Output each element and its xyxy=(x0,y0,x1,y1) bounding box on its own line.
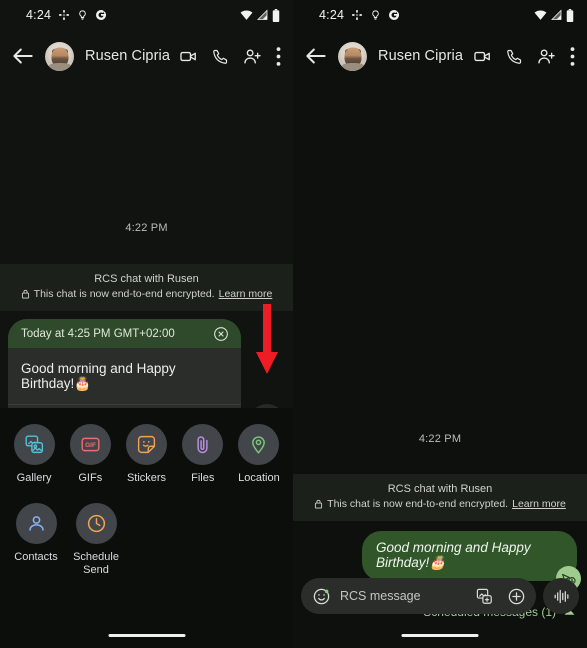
message-input-bar: RCS message xyxy=(293,578,587,614)
more-options-icon[interactable] xyxy=(276,46,281,66)
attachment-files[interactable]: Files xyxy=(177,424,229,485)
conversation-toolbar: Rusen Ciprian xyxy=(293,30,587,82)
google-g-icon xyxy=(388,9,400,21)
lightbulb-icon xyxy=(77,9,88,21)
attachment-gifs[interactable]: GIF GIFs xyxy=(64,424,116,485)
page-title: Rusen Ciprian xyxy=(378,48,464,64)
screenshot-root: 4:24 Rusen Ciprian 4:22 PM RCS chat with… xyxy=(0,0,587,648)
left-phone-screen: 4:24 Rusen Ciprian 4:22 PM RCS chat with… xyxy=(0,0,293,648)
encryption-notice: RCS chat with Rusen This chat is now end… xyxy=(293,474,587,521)
lock-icon xyxy=(21,289,30,299)
contact-person-icon xyxy=(15,503,57,544)
page-title: Rusen Ciprian xyxy=(85,48,170,64)
close-circle-icon[interactable] xyxy=(213,326,229,342)
conversation-toolbar: Rusen Ciprian xyxy=(0,30,293,82)
wifi-icon xyxy=(240,9,253,21)
navigation-pill[interactable] xyxy=(401,633,479,637)
voice-message-button[interactable] xyxy=(543,578,579,614)
attachment-label: Schedule Send xyxy=(73,551,119,576)
attachment-label: Stickers xyxy=(126,472,167,484)
status-bar-right xyxy=(534,8,574,22)
svg-text:GIF: GIF xyxy=(85,442,96,449)
chat-timestamp: 4:22 PM xyxy=(125,222,168,234)
status-bar-left: 4:24 xyxy=(26,8,107,22)
pinwheel-icon xyxy=(58,9,70,21)
wifi-icon xyxy=(534,9,547,21)
status-bar: 4:24 xyxy=(293,0,587,30)
gallery-icon[interactable] xyxy=(475,587,494,606)
compose-message-text[interactable]: Good morning and Happy Birthday!🎂 xyxy=(8,348,241,405)
sent-message-bubble[interactable]: Good morning and Happy Birthday!🎂 xyxy=(362,531,577,581)
scheduled-header: Today at 4:25 PM GMT+02:00 xyxy=(8,319,241,348)
attachment-label: Gallery xyxy=(16,472,52,484)
learn-more-link[interactable]: Learn more xyxy=(512,498,566,510)
encryption-text: This chat is now end-to-end encrypted. xyxy=(33,288,215,300)
right-phone-screen: 4:24 Rusen Ciprian 4:22 PM RCS chat with… xyxy=(293,0,587,648)
back-arrow-icon[interactable] xyxy=(303,43,329,69)
pinwheel-icon xyxy=(351,9,363,21)
status-bar-left: 4:24 xyxy=(319,8,400,22)
signal-icon xyxy=(551,9,562,21)
attachment-label: GIFs xyxy=(78,472,103,484)
learn-more-link[interactable]: Learn more xyxy=(219,288,273,300)
clock-icon xyxy=(75,503,117,544)
chat-timestamp: 4:22 PM xyxy=(418,433,462,445)
encryption-subtitle: This chat is now end-to-end encrypted. L… xyxy=(303,498,577,510)
attachment-location[interactable]: Location xyxy=(233,424,285,485)
phone-call-icon[interactable] xyxy=(212,48,229,65)
sticker-icon xyxy=(126,424,167,465)
attachment-label: Location xyxy=(238,472,280,484)
signal-icon xyxy=(257,9,268,21)
encryption-subtitle: This chat is now end-to-end encrypted. L… xyxy=(10,288,283,300)
navigation-pill[interactable] xyxy=(108,633,185,637)
attachment-contacts[interactable]: Contacts xyxy=(8,503,64,577)
gallery-icon xyxy=(13,424,55,465)
toolbar-actions xyxy=(179,46,281,66)
red-down-arrow xyxy=(252,302,282,385)
add-person-icon[interactable] xyxy=(537,47,556,66)
status-bar-clock: 4:24 xyxy=(319,8,345,22)
encryption-title: RCS chat with Rusen xyxy=(94,273,199,285)
chat-area: 4:22 PM RCS chat with Rusen This chat is… xyxy=(293,82,587,619)
lock-icon xyxy=(314,499,323,509)
avatar[interactable] xyxy=(45,41,74,71)
more-options-icon[interactable] xyxy=(570,46,575,66)
add-person-icon[interactable] xyxy=(243,47,262,66)
message-placeholder: RCS message xyxy=(340,589,421,603)
avatar[interactable] xyxy=(338,41,367,71)
status-bar: 4:24 xyxy=(0,0,293,30)
plus-icon[interactable] xyxy=(507,587,526,606)
attachment-label: Contacts xyxy=(14,551,58,563)
attachment-row-1: Gallery GIF GIFs Stickers Files Location xyxy=(0,424,293,485)
paperclip-icon xyxy=(182,424,224,465)
status-bar-clock: 4:24 xyxy=(26,8,52,22)
attachment-stickers[interactable]: Stickers xyxy=(120,424,172,485)
video-call-icon[interactable] xyxy=(473,47,492,66)
battery-icon xyxy=(566,8,574,22)
lightbulb-icon xyxy=(370,9,381,21)
toolbar-actions xyxy=(473,46,575,66)
chat-area: 4:22 PM RCS chat with Rusen This chat is… xyxy=(0,82,293,442)
emoji-icon[interactable] xyxy=(312,587,331,606)
attachment-row-2: Contacts Schedule Send xyxy=(0,503,293,577)
sent-message-row: Good morning and Happy Birthday!🎂 xyxy=(293,521,587,591)
attachment-schedule-send[interactable]: Schedule Send xyxy=(68,503,124,577)
video-call-icon[interactable] xyxy=(179,47,198,66)
scheduled-time-label: Today at 4:25 PM GMT+02:00 xyxy=(21,327,175,340)
phone-call-icon[interactable] xyxy=(506,48,523,65)
back-arrow-icon[interactable] xyxy=(10,43,36,69)
encryption-title: RCS chat with Rusen xyxy=(387,483,493,495)
rcs-message-input[interactable]: RCS message xyxy=(301,578,536,614)
encryption-notice: RCS chat with Rusen This chat is now end… xyxy=(0,264,293,311)
status-bar-right xyxy=(240,8,280,22)
location-pin-icon xyxy=(238,424,280,465)
battery-icon xyxy=(272,8,280,22)
attachment-panel: Gallery GIF GIFs Stickers Files Location… xyxy=(0,408,293,648)
attachment-gallery[interactable]: Gallery xyxy=(8,424,60,485)
gif-icon: GIF xyxy=(69,424,111,465)
encryption-text: This chat is now end-to-end encrypted. xyxy=(327,498,509,510)
attachment-label: Files xyxy=(191,472,215,484)
google-g-icon xyxy=(95,9,107,21)
